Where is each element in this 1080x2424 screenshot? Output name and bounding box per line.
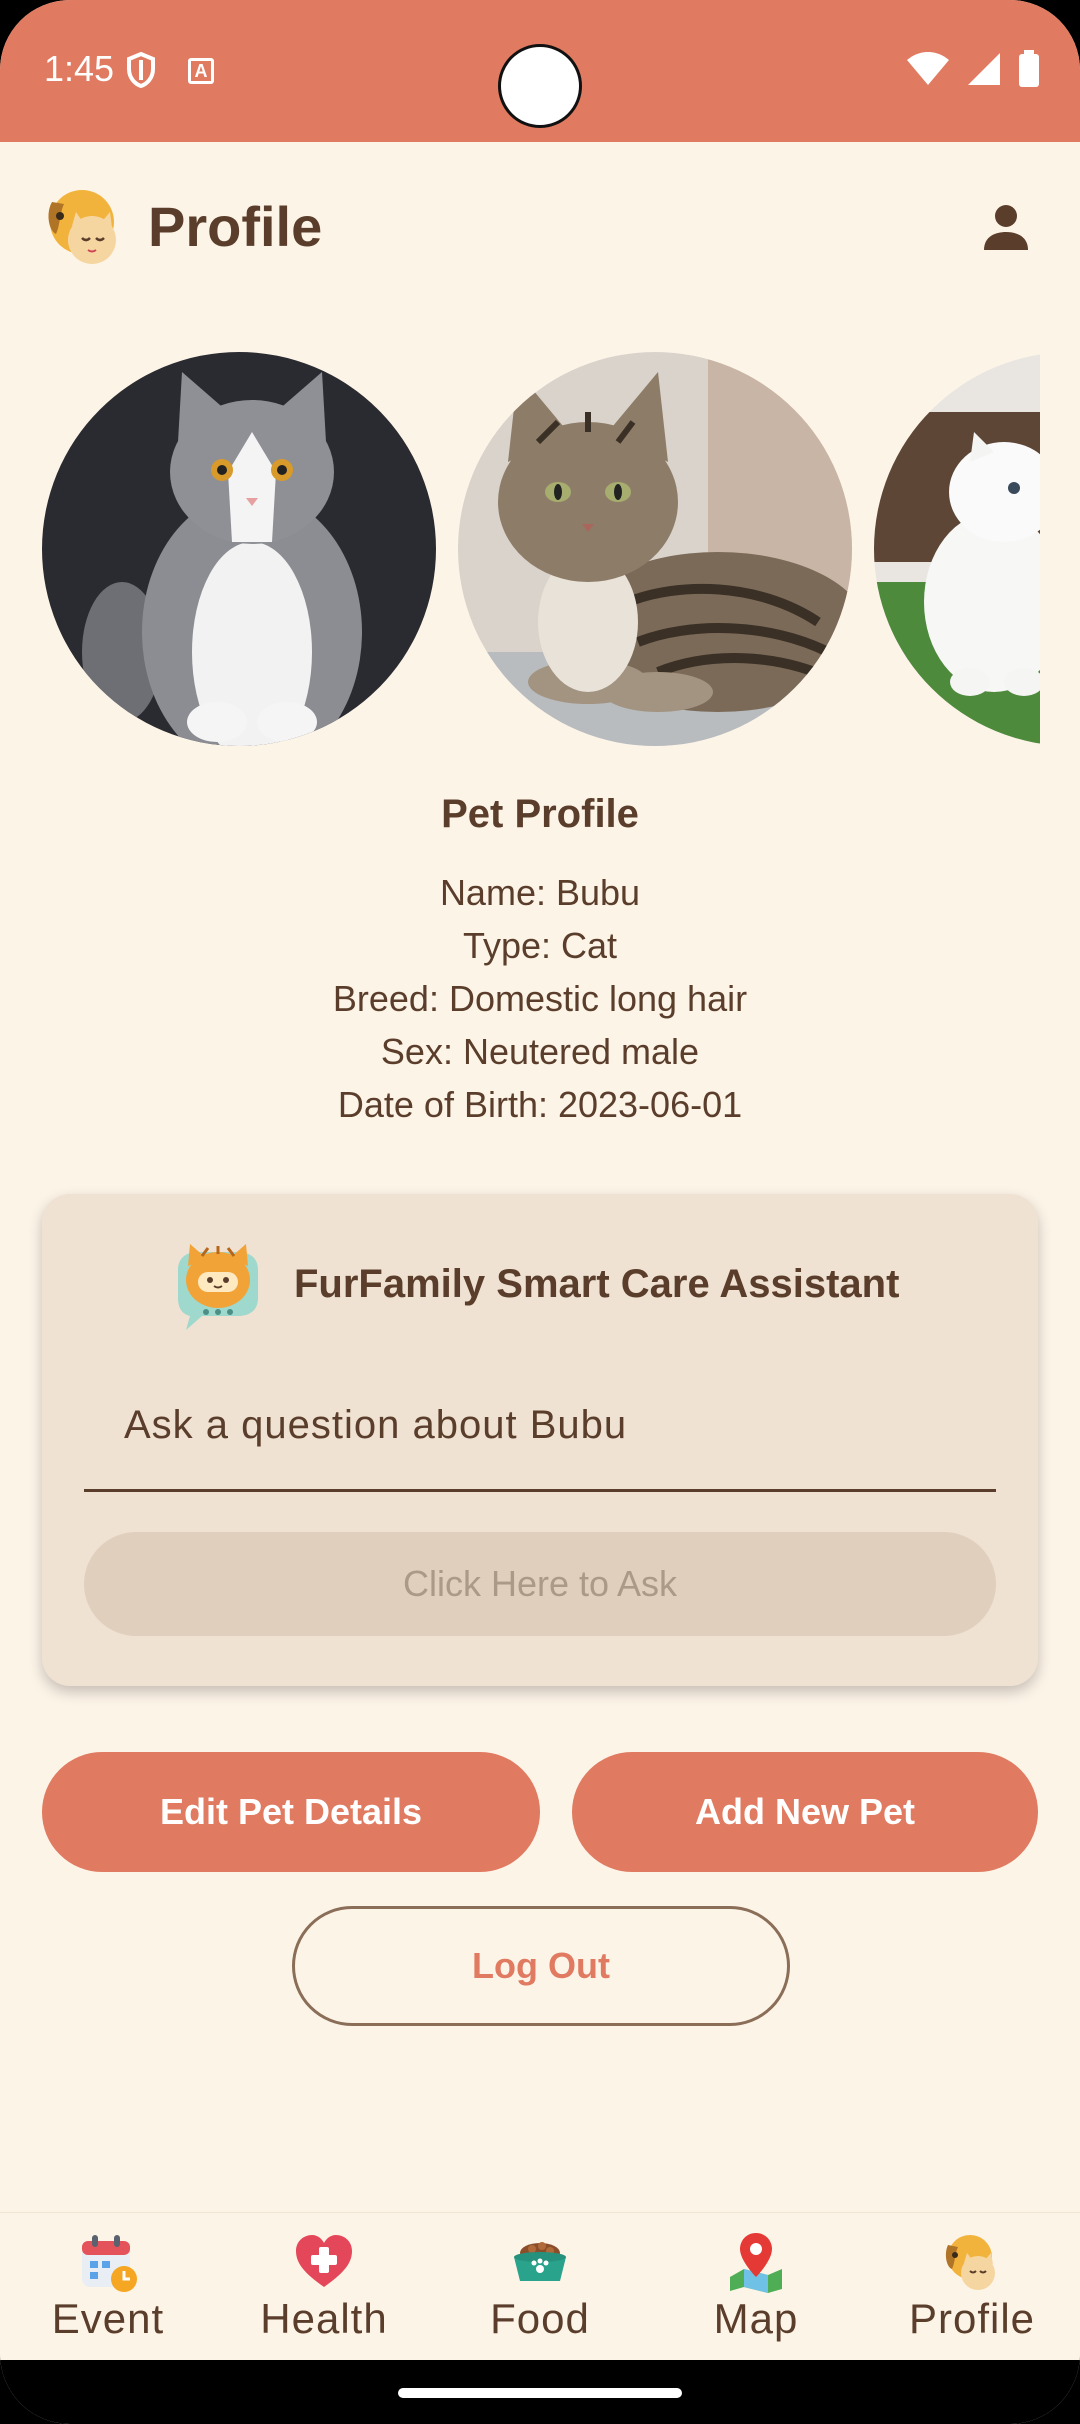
pet-profile-icon <box>945 2235 995 2290</box>
pet-breed: Breed: Domestic long hair <box>332 978 748 1019</box>
pet-profile-heading: Pet Profile <box>441 792 639 836</box>
nav-item-food[interactable]: Food <box>432 2213 648 2361</box>
battery-icon <box>1019 50 1039 87</box>
phone-screen: 1:45 A Profile Pet Profile Name: Bubu Ty… <box>0 0 1080 2424</box>
calendar-icon <box>82 2235 137 2292</box>
nav-item-event[interactable]: Event <box>0 2213 216 2361</box>
nav-label-health: Health <box>260 2295 388 2342</box>
status-bar: 1:45 A <box>0 0 1080 142</box>
dog-cat-logo-icon <box>48 190 116 264</box>
status-time: 1:45 <box>44 48 115 89</box>
white-persian-cat-photo[interactable] <box>874 352 1040 746</box>
nav-label-profile: Profile <box>908 2295 1036 2342</box>
nav-item-map[interactable]: Map <box>648 2213 864 2361</box>
text-accessibility-icon: A <box>188 58 214 84</box>
pet-type: Type: Cat <box>462 925 618 966</box>
nav-label-event: Event <box>51 2295 165 2342</box>
nav-item-health[interactable]: Health <box>216 2213 432 2361</box>
pet-dob: Date of Birth: 2023-06-01 <box>337 1084 743 1125</box>
tabby-cat-photo[interactable] <box>458 352 852 746</box>
shield-icon <box>127 52 155 88</box>
signal-icon <box>968 53 1000 85</box>
edit-pet-details-button[interactable]: Edit Pet Details <box>42 1752 540 1872</box>
ask-button[interactable]: Click Here to Ask <box>84 1532 996 1636</box>
assistant-title: FurFamily Smart Care Assistant <box>294 1262 900 1306</box>
nav-item-profile[interactable]: Profile <box>864 2213 1080 2361</box>
add-new-pet-button[interactable]: Add New Pet <box>572 1752 1038 1872</box>
home-gesture-handle[interactable] <box>398 2388 682 2398</box>
cat-chat-assistant-icon <box>178 1244 258 1330</box>
page-title: Profile <box>148 195 323 258</box>
grey-white-cat-photo[interactable] <box>42 352 436 746</box>
bottom-navigation: Event Health Food Map Profile <box>0 2212 1080 2360</box>
pet-photo-carousel[interactable] <box>0 352 1040 746</box>
person-icon[interactable] <box>978 200 1034 256</box>
app-bar: Profile <box>0 142 1080 312</box>
nav-label-food: Food <box>490 2295 590 2342</box>
pet-sex: Sex: Neutered male <box>380 1031 700 1072</box>
system-gesture-bar <box>0 2360 1080 2424</box>
food-bowl-icon <box>514 2242 566 2281</box>
front-camera <box>498 44 582 128</box>
wifi-icon <box>907 52 949 85</box>
pet-name: Name: Bubu <box>439 872 641 913</box>
log-out-button[interactable]: Log Out <box>292 1906 790 2026</box>
smart-care-assistant-card: FurFamily Smart Care Assistant Click Her… <box>42 1194 1038 1686</box>
heart-icon <box>296 2235 352 2287</box>
status-icons <box>906 50 1040 88</box>
map-pin-icon <box>730 2233 782 2293</box>
question-input[interactable] <box>84 1362 996 1492</box>
nav-label-map: Map <box>713 2295 799 2342</box>
